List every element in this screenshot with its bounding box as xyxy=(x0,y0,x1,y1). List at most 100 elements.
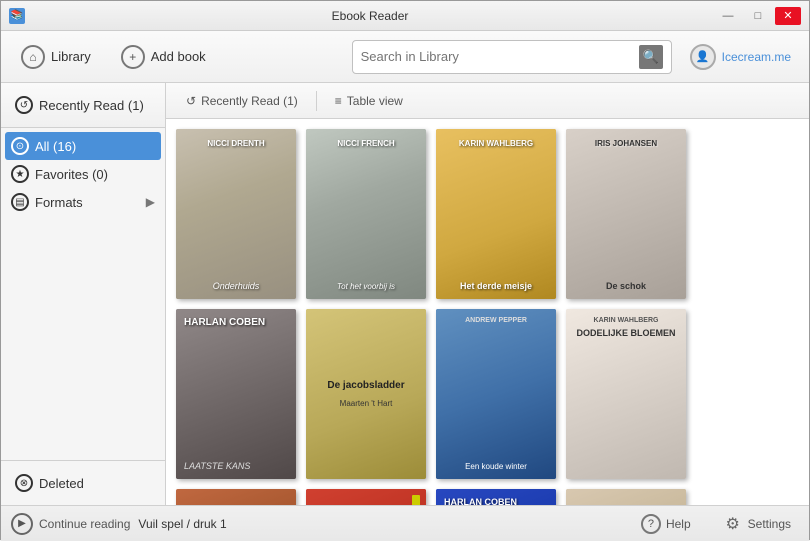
formats-icon: ▤ xyxy=(11,193,29,211)
status-bar: ▶ Continue reading Vuil spel / druk 1 ? … xyxy=(1,505,809,541)
table-view-icon: ≡ xyxy=(335,94,342,108)
status-right-area: ? Help ⚙ Settings xyxy=(633,511,799,537)
book-item[interactable]: NICCI DRENTH Onderhuids xyxy=(176,129,296,299)
sidebar-all[interactable]: ⊙ All (16) xyxy=(5,132,161,160)
library-button[interactable]: ⌂ Library xyxy=(11,39,101,75)
book-author: ANDREW PEPPER xyxy=(442,317,550,324)
book-cover-inner: NICCI DRENTH Onderhuids xyxy=(176,129,296,299)
recently-read-tab-icon: ↺ xyxy=(186,94,196,108)
sidebar-formats[interactable]: ▤ Formats ▶ xyxy=(5,188,161,216)
help-button[interactable]: ? Help xyxy=(633,511,699,537)
help-icon: ? xyxy=(641,514,661,534)
window-title: Ebook Reader xyxy=(25,9,715,23)
maximize-button[interactable]: □ xyxy=(745,7,771,25)
book-author: KARIN WAHLBERG xyxy=(436,139,556,148)
book-author: KARIN WAHLBERG xyxy=(594,317,659,324)
book-item[interactable] xyxy=(566,489,686,505)
sidebar-bottom: ⊗ Deleted xyxy=(1,460,165,505)
book-title: Het derde meisje xyxy=(460,281,532,291)
book-item[interactable]: NICCI FRENCH Tot het voorbij is xyxy=(306,129,426,299)
recently-read-tab-label: Recently Read (1) xyxy=(201,94,298,108)
window-controls: — □ ✕ xyxy=(715,7,801,25)
book-item[interactable]: IRIS JOHANSEN De schok xyxy=(566,129,686,299)
continue-label: Continue reading xyxy=(39,517,130,531)
search-button[interactable]: 🔍 xyxy=(639,45,663,69)
search-input[interactable] xyxy=(361,49,639,64)
app-icon: 📚 xyxy=(9,8,25,24)
toolbar-divider xyxy=(316,91,317,111)
library-icon: ⌂ xyxy=(21,45,45,69)
book-author: NICCI DRENTH xyxy=(176,139,296,148)
book-item[interactable]: De Vijftig tinten trilogie xyxy=(176,489,296,505)
book-cover-inner: ANDREW PEPPER Een koude winter xyxy=(436,309,556,479)
play-icon: ▶ xyxy=(11,513,33,535)
book-item[interactable]: De jacobsladder Maarten 't Hart xyxy=(306,309,426,479)
current-book-title: Vuil spel / druk 1 xyxy=(138,517,226,531)
close-button[interactable]: ✕ xyxy=(775,7,801,25)
book-spine-detail xyxy=(412,495,420,505)
book-author: Maarten 't Hart xyxy=(340,399,393,408)
book-grid: NICCI DRENTH Onderhuids NICCI FRENCH Tot… xyxy=(166,119,809,505)
all-icon: ⊙ xyxy=(11,137,29,155)
book-cover-inner: De Vijftig tinten trilogie xyxy=(176,489,296,505)
book-item[interactable]: HARLAN COBEN LAATSTE KANS xyxy=(176,309,296,479)
deleted-label: Deleted xyxy=(39,476,84,491)
book-cover-inner xyxy=(306,489,426,505)
content-toolbar: ↺ Recently Read (1) ≡ Table view xyxy=(166,83,809,119)
table-view-button[interactable]: ≡ Table view xyxy=(325,90,413,112)
book-item[interactable]: KARIN WAHLBERG DODELIJKE BLOEMEN xyxy=(566,309,686,479)
favorites-icon: ★ xyxy=(11,165,29,183)
book-title: De jacobsladder xyxy=(327,380,404,391)
search-container: 🔍 xyxy=(352,40,672,74)
sidebar-items: ⊙ All (16) ★ Favorites (0) ▤ Formats ▶ xyxy=(1,128,165,220)
book-title: LAATSTE KANS xyxy=(184,461,250,471)
book-title: DODELIJKE BLOEMEN xyxy=(576,328,675,338)
recently-read-section[interactable]: ↺ Recently Read (1) xyxy=(9,91,157,119)
table-view-label: Table view xyxy=(347,94,403,108)
add-book-label: Add book xyxy=(151,49,206,64)
book-item[interactable]: ANDREW PEPPER Een koude winter xyxy=(436,309,556,479)
book-title: De schok xyxy=(606,281,646,291)
sidebar-favorites[interactable]: ★ Favorites (0) xyxy=(5,160,161,188)
sidebar: ↺ Recently Read (1) ⊙ All (16) ★ Favorit… xyxy=(1,83,166,505)
book-item[interactable] xyxy=(306,489,426,505)
book-author: NICCI FRENCH xyxy=(306,139,426,148)
book-cover-inner: IRIS JOHANSEN De schok xyxy=(566,129,686,299)
book-author: HARLAN COBEN xyxy=(444,497,517,505)
user-button[interactable]: 👤 Icecream.me xyxy=(682,40,799,74)
book-author: IRIS JOHANSEN xyxy=(566,139,686,148)
book-cover-inner: KARIN WAHLBERG DODELIJKE BLOEMEN xyxy=(566,309,686,479)
title-bar: 📚 Ebook Reader — □ ✕ xyxy=(1,1,809,31)
settings-icon: ⚙ xyxy=(723,514,743,534)
book-title: Tot het voorbij is xyxy=(337,282,395,291)
library-label: Library xyxy=(51,49,91,64)
recently-read-icon: ↺ xyxy=(15,96,33,114)
book-cover-inner: HARLAN COBEN LAATSTE KANS xyxy=(176,309,296,479)
sidebar-deleted[interactable]: ⊗ Deleted xyxy=(9,469,157,497)
main-area: ↺ Recently Read (1) ⊙ All (16) ★ Favorit… xyxy=(1,83,809,505)
toolbar: ⌂ Library + Add book 🔍 👤 Icecream.me xyxy=(1,31,809,83)
book-item[interactable]: HARLAN COBEN Vuil spel / druk 1 xyxy=(436,489,556,505)
formats-arrow: ▶ xyxy=(146,195,155,209)
add-icon: + xyxy=(121,45,145,69)
help-label: Help xyxy=(666,517,691,531)
book-item[interactable]: KARIN WAHLBERG Het derde meisje xyxy=(436,129,556,299)
formats-label: Formats xyxy=(35,195,83,210)
settings-label: Settings xyxy=(748,517,791,531)
all-label: All (16) xyxy=(35,139,76,154)
book-cover-inner: HARLAN COBEN Vuil spel / druk 1 xyxy=(436,489,556,505)
add-book-button[interactable]: + Add book xyxy=(111,39,216,75)
sidebar-top: ↺ Recently Read (1) xyxy=(1,83,165,128)
book-cover-inner: De jacobsladder Maarten 't Hart xyxy=(306,309,426,479)
book-cover-inner: KARIN WAHLBERG Het derde meisje xyxy=(436,129,556,299)
book-title: Onderhuids xyxy=(213,281,260,291)
content-area: ↺ Recently Read (1) ≡ Table view NICCI D… xyxy=(166,83,809,505)
favorites-label: Favorites (0) xyxy=(35,167,108,182)
book-author: HARLAN COBEN xyxy=(184,317,265,329)
book-cover-inner xyxy=(566,489,686,505)
book-cover-inner: NICCI FRENCH Tot het voorbij is xyxy=(306,129,426,299)
recently-read-tab[interactable]: ↺ Recently Read (1) xyxy=(176,90,308,112)
minimize-button[interactable]: — xyxy=(715,7,741,25)
settings-button[interactable]: ⚙ Settings xyxy=(715,511,799,537)
continue-reading-button[interactable]: ▶ Continue reading xyxy=(11,513,130,535)
